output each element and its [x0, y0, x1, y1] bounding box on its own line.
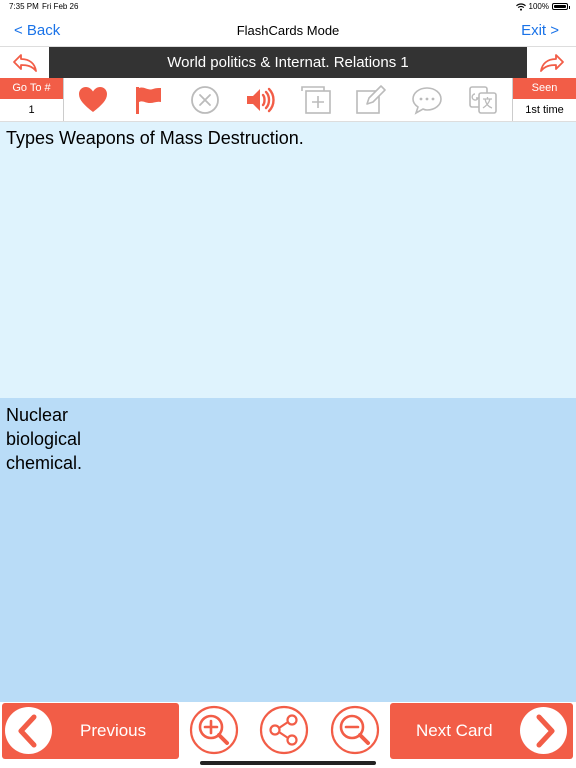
zoom-out-icon — [330, 705, 380, 755]
seen-label: Seen — [513, 78, 576, 99]
goto-box[interactable]: Go To # 1 — [0, 78, 64, 121]
chevron-left-icon — [18, 714, 36, 747]
battery-percent: 100% — [528, 2, 549, 11]
remove-button[interactable] — [188, 84, 222, 116]
comment-search-button[interactable] — [410, 84, 444, 116]
next-chevron — [520, 707, 567, 754]
zoom-in-icon — [189, 705, 239, 755]
edit-icon — [356, 85, 386, 114]
nav-bar: < Back FlashCards Mode Exit > — [0, 14, 576, 47]
battery-icon — [552, 3, 570, 10]
undo-arrow-button[interactable] — [0, 47, 49, 78]
status-right: 100% — [515, 2, 570, 11]
share-icon — [259, 705, 309, 755]
previous-button[interactable]: Previous — [2, 703, 179, 759]
arrow-right-icon — [539, 53, 564, 72]
flag-button[interactable] — [131, 84, 165, 116]
answer-area[interactable]: Nuclear biological chemical. — [0, 398, 576, 702]
previous-label: Previous — [80, 721, 147, 740]
previous-chevron — [5, 707, 52, 754]
favorite-button[interactable] — [76, 84, 110, 116]
speaker-icon — [247, 87, 275, 113]
translate-icon — [469, 86, 497, 114]
status-date: Fri Feb 26 — [42, 2, 79, 11]
nav-title: FlashCards Mode — [236, 23, 340, 38]
arrow-left-icon — [12, 53, 37, 72]
goto-label: Go To # — [0, 78, 63, 99]
home-indicator[interactable] — [200, 761, 376, 765]
flag-icon — [136, 87, 161, 114]
close-circle-icon — [191, 86, 219, 114]
redo-arrow-button[interactable] — [527, 47, 576, 78]
deck-title-bar: World politics & Internat. Relations 1 — [0, 47, 576, 78]
toolbar: Go To # 1 Seen 1st time — [0, 78, 576, 122]
next-card-button[interactable]: Next Card — [390, 703, 573, 759]
comment-search-icon — [412, 87, 442, 115]
edit-button[interactable] — [354, 84, 388, 116]
zoom-in-button[interactable] — [189, 705, 239, 755]
heart-icon — [79, 87, 107, 112]
chevron-right-icon — [536, 714, 554, 747]
exit-button[interactable]: Exit > — [521, 22, 559, 39]
add-card-icon — [301, 86, 331, 114]
bottom-bar: Previous Next Card — [0, 702, 576, 760]
translate-button[interactable] — [466, 84, 500, 116]
answer-line: biological — [6, 429, 82, 449]
deck-title: World politics & Internat. Relations 1 — [167, 54, 409, 71]
question-text: Types Weapons of Mass Destruction. — [6, 128, 304, 148]
answer-text: Nuclear biological chemical. — [6, 403, 82, 475]
wifi-icon — [515, 2, 526, 11]
seen-value: 1st time — [525, 104, 564, 116]
goto-value[interactable]: 1 — [0, 99, 63, 121]
share-button[interactable] — [259, 705, 309, 755]
status-time: 7:35 PM — [9, 2, 39, 11]
status-bar: 7:35 PM Fri Feb 26 100% — [0, 0, 576, 14]
answer-line: chemical. — [6, 453, 83, 473]
add-card-button[interactable] — [299, 84, 333, 116]
question-area[interactable]: Types Weapons of Mass Destruction. — [0, 122, 576, 398]
zoom-out-button[interactable] — [330, 705, 380, 755]
answer-line: Nuclear — [6, 405, 69, 425]
seen-box: Seen 1st time — [512, 78, 576, 121]
next-card-label: Next Card — [416, 721, 493, 740]
speak-button[interactable] — [243, 84, 277, 116]
